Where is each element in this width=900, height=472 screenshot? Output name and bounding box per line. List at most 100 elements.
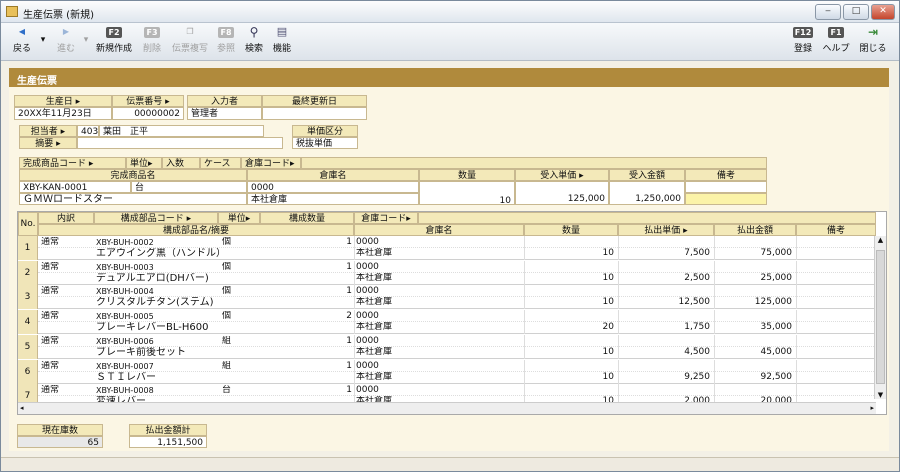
back-dropdown[interactable]: ▾ [38, 35, 48, 45]
comp-wh-name-cell: 本社倉庫 [356, 371, 393, 382]
product-unit-price-field[interactable]: 125,000 [515, 181, 609, 205]
search-button[interactable]: ⚲ 検索 [241, 25, 267, 54]
qty-cell[interactable]: 20 [524, 322, 614, 333]
window-title: 生産伝票 (新規) [23, 10, 94, 21]
help-button[interactable]: F1 ヘルプ [819, 25, 853, 54]
forward-button[interactable]: ▶ 進む [51, 25, 81, 54]
row-number[interactable]: 5 [18, 334, 38, 359]
staff-code-field[interactable]: 403 [77, 125, 99, 137]
section-header: 生産伝票 [9, 68, 889, 87]
amount-header: 受入金額 [609, 169, 685, 181]
qty-cell[interactable]: 10 [524, 248, 614, 259]
col-divider [618, 260, 619, 285]
row-number[interactable]: 6 [18, 359, 38, 384]
arrow-right-icon: ▸ [56, 139, 61, 149]
comp-name-cell: エアウイング黒（ハンドル） [96, 248, 226, 259]
arrow-right-icon: ▸ [88, 159, 94, 169]
close-window-button[interactable]: ✕ [871, 4, 895, 20]
arrow-right-icon: ▸ [60, 127, 66, 137]
function-icon: ▤ [276, 25, 288, 38]
product-note-field-2[interactable] [685, 193, 767, 205]
price-cell[interactable]: 2,500 [618, 273, 710, 284]
price-cell[interactable]: 1,750 [618, 322, 710, 333]
product-code-field[interactable]: XBY-KAN-0001 [19, 181, 131, 193]
scroll-left-icon[interactable]: ◂ [20, 404, 24, 412]
arrow-right-icon: ▸ [579, 171, 584, 181]
col-divider [524, 310, 525, 335]
qty-header: 数量 [419, 169, 515, 181]
col-divider [524, 236, 525, 260]
arrow-right-icon: ▸ [406, 214, 411, 224]
title-bar: 生産伝票 (新規) ‒ □ ✕ [1, 1, 899, 23]
comp-price-header: 払出単価 ▸ [618, 224, 714, 236]
function-button[interactable]: ▤ 機能 [269, 25, 295, 54]
kind-header: 内訳 [38, 212, 94, 224]
product-wh-code-field[interactable]: 0000 [247, 181, 419, 193]
scroll-right-icon[interactable]: ▸ [870, 404, 874, 412]
back-arrow-icon: ◀ [18, 27, 26, 36]
product-unit-field: 台 [131, 181, 247, 193]
date-label: 生産日 ▸ [14, 95, 112, 107]
amount-cell: 25,000 [760, 272, 793, 283]
qty-cell[interactable]: 10 [524, 297, 614, 308]
scroll-up-icon[interactable]: ▲ [875, 236, 886, 244]
arrow-right-icon: ▸ [75, 97, 81, 107]
table-row[interactable]: 3 通常 XBY-BUH-0004 クリスタルチタン(ステム) 個 1 0000 本社倉庫 10… [18, 285, 876, 310]
product-qty-field[interactable]: 10 [419, 181, 515, 205]
forward-dropdown[interactable]: ▾ [81, 35, 91, 45]
qty-cell[interactable]: 10 [524, 372, 614, 383]
slip-no-field[interactable]: 00000002 [112, 107, 184, 120]
col-divider [354, 285, 355, 310]
col-divider [796, 359, 797, 384]
summary-field[interactable] [77, 137, 283, 149]
minimize-button[interactable]: ‒ [815, 4, 841, 20]
register-button[interactable]: F12 登録 [789, 25, 817, 54]
staff-name-field: 葉田 正平 [99, 125, 264, 137]
row-number[interactable]: 4 [18, 310, 38, 335]
col-divider [354, 260, 355, 285]
arrow-right-icon: ▸ [186, 214, 192, 224]
delete-button[interactable]: F3 削除 [138, 25, 166, 54]
new-button[interactable]: F2 新規作成 [94, 25, 134, 54]
table-row[interactable]: 2 通常 XBY-BUH-0003 デュアルエアロ(DHバー) 個 1 0000 本社倉庫 10… [18, 260, 876, 285]
col-divider [618, 236, 619, 260]
table-row[interactable]: 4 通常 XBY-BUH-0005 ブレーキレバーBL-H600 個 2 0000 本社倉庫 2… [18, 310, 876, 335]
price-type-field[interactable]: 税抜単価 [292, 137, 358, 149]
wh-code-header: 倉庫コード▸ [241, 157, 301, 169]
price-cell[interactable]: 12,500 [618, 297, 711, 308]
date-field[interactable]: 20XX年11月23日 [14, 107, 112, 120]
row-divider [38, 247, 876, 248]
copy-slip-button[interactable]: ❐ 伝票複写 [169, 25, 211, 54]
amount-cell: 45,000 [760, 346, 793, 357]
horizontal-scrollbar[interactable]: ◂ ▸ [18, 402, 876, 414]
row-number[interactable]: 2 [18, 260, 38, 285]
product-unit-header: 単位▸ [126, 157, 162, 169]
back-button[interactable]: ◀ 戻る [7, 25, 37, 54]
row-divider [38, 395, 876, 397]
vertical-scrollbar[interactable]: ▲ ▼ [874, 236, 886, 399]
table-row[interactable]: 6 通常 XBY-BUH-0007 ＳＴＩレバー組 1 0000 本社倉庫 10 9,250 92… [18, 359, 876, 384]
comp-wh-name-cell: 本社倉庫 [356, 346, 393, 357]
reference-button[interactable]: F8 参照 [213, 25, 239, 54]
search-icon: ⚲ [249, 25, 259, 39]
row-number[interactable]: 1 [18, 236, 38, 260]
comp-wh-name-header: 倉庫名 [354, 224, 524, 236]
qty-cell[interactable]: 10 [524, 347, 614, 358]
table-row[interactable]: 1 通常 XBY-BUH-0002 エアウイング黒（ハンドル）個 1 0000 本社倉庫 10… [18, 236, 876, 260]
qty-cell[interactable]: 10 [524, 273, 614, 284]
comp-name-cell: ブレーキ前後セット [96, 346, 186, 358]
product-note-field[interactable] [685, 181, 767, 193]
comp-qty-header: 構成数量 [260, 212, 354, 224]
price-cell[interactable]: 7,500 [618, 248, 710, 259]
col-divider [354, 310, 355, 335]
row-number[interactable]: 3 [18, 285, 38, 310]
table-row[interactable]: 5 通常 XBY-BUH-0006 ブレーキ前後セット組 1 0000 本社倉庫 10 4,50… [18, 334, 876, 359]
scroll-down-icon[interactable]: ▼ [875, 391, 886, 399]
price-cell[interactable]: 9,250 [618, 372, 710, 383]
scroll-thumb[interactable] [876, 250, 885, 384]
product-amount-field: 1,250,000 [609, 181, 685, 205]
price-cell[interactable]: 4,500 [618, 347, 710, 358]
maximize-button[interactable]: □ [843, 4, 869, 20]
updated-field [262, 107, 367, 120]
close-button[interactable]: ⇥ 閉じる [855, 25, 891, 54]
